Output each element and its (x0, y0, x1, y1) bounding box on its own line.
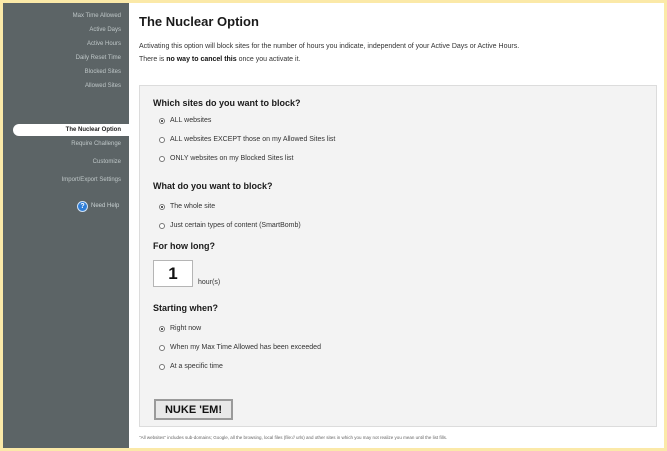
help-label: Need Help (91, 203, 120, 209)
radio-specific-time[interactable] (159, 363, 165, 370)
option-after-max-time[interactable]: When my Max Time Allowed has been exceed… (159, 344, 321, 351)
footnote: "All websites" includes sub-domains; Goo… (139, 435, 448, 440)
intro-line-1: Activating this option will block sites … (139, 43, 520, 50)
sidebar-item-nuclear-option[interactable]: The Nuclear Option (13, 124, 129, 136)
option-label: Just certain types of content (SmartBomb… (170, 222, 301, 229)
intro-warning: no way to cancel this (166, 56, 237, 63)
option-specific-time[interactable]: At a specific time (159, 363, 223, 370)
option-only-blocked[interactable]: ONLY websites on my Blocked Sites list (159, 155, 293, 162)
options-panel: Which sites do you want to block? ALL we… (139, 85, 657, 427)
option-label: ONLY websites on my Blocked Sites list (170, 155, 294, 162)
sidebar-item-blocked-sites[interactable]: Blocked Sites (85, 69, 121, 75)
sidebar-item-require-challenge[interactable]: Require Challenge (71, 141, 121, 147)
radio-whole-site[interactable] (159, 203, 165, 210)
option-label: Right now (170, 325, 202, 332)
sidebar: Max Time Allowed Active Days Active Hour… (3, 3, 129, 448)
option-label: When my Max Time Allowed has been exceed… (170, 344, 321, 351)
help-link[interactable]: ? Need Help (77, 200, 119, 212)
question-starting-when: Starting when? (153, 303, 218, 313)
sidebar-item-daily-reset-time[interactable]: Daily Reset Time (76, 55, 121, 61)
option-label: ALL websites (170, 117, 212, 124)
intro-text: Activating this option will block sites … (139, 40, 659, 66)
option-label: ALL websites EXCEPT those on my Allowed … (170, 136, 336, 143)
option-label: The whole site (170, 203, 216, 210)
question-what-block: What do you want to block? (153, 181, 273, 191)
option-right-now[interactable]: Right now (159, 325, 201, 332)
intro-suffix: once you activate it. (236, 56, 301, 63)
help-icon: ? (77, 200, 88, 212)
question-which-sites: Which sites do you want to block? (153, 98, 301, 108)
radio-only-blocked[interactable] (159, 155, 165, 162)
option-label: At a specific time (170, 363, 223, 370)
option-all-websites[interactable]: ALL websites (159, 117, 211, 124)
radio-all-websites[interactable] (159, 117, 165, 124)
sidebar-item-allowed-sites[interactable]: Allowed Sites (85, 83, 121, 89)
option-whole-site[interactable]: The whole site (159, 203, 215, 210)
sidebar-item-active-hours[interactable]: Active Hours (87, 41, 121, 47)
option-smartbomb[interactable]: Just certain types of content (SmartBomb… (159, 222, 301, 229)
hours-input[interactable]: 1 (153, 260, 193, 287)
nuke-button[interactable]: NUKE 'EM! (154, 399, 233, 420)
intro-prefix: There is (139, 56, 167, 63)
sidebar-item-max-time-allowed[interactable]: Max Time Allowed (73, 13, 121, 19)
app-frame: Max Time Allowed Active Days Active Hour… (3, 3, 664, 448)
sidebar-item-active-days[interactable]: Active Days (89, 27, 121, 33)
radio-after-max-time[interactable] (159, 344, 165, 351)
page-title: The Nuclear Option (139, 14, 259, 29)
radio-right-now[interactable] (159, 325, 165, 332)
main-content: The Nuclear Option Activating this optio… (139, 3, 664, 448)
radio-smartbomb[interactable] (159, 222, 165, 229)
sidebar-item-import-export[interactable]: Import/Export Settings (62, 177, 121, 183)
option-all-except-allowed[interactable]: ALL websites EXCEPT those on my Allowed … (159, 136, 335, 143)
question-how-long: For how long? (153, 241, 215, 251)
sidebar-item-customize[interactable]: Customize (93, 159, 121, 165)
hours-unit-label: hour(s) (198, 279, 221, 286)
radio-all-except-allowed[interactable] (159, 136, 165, 143)
